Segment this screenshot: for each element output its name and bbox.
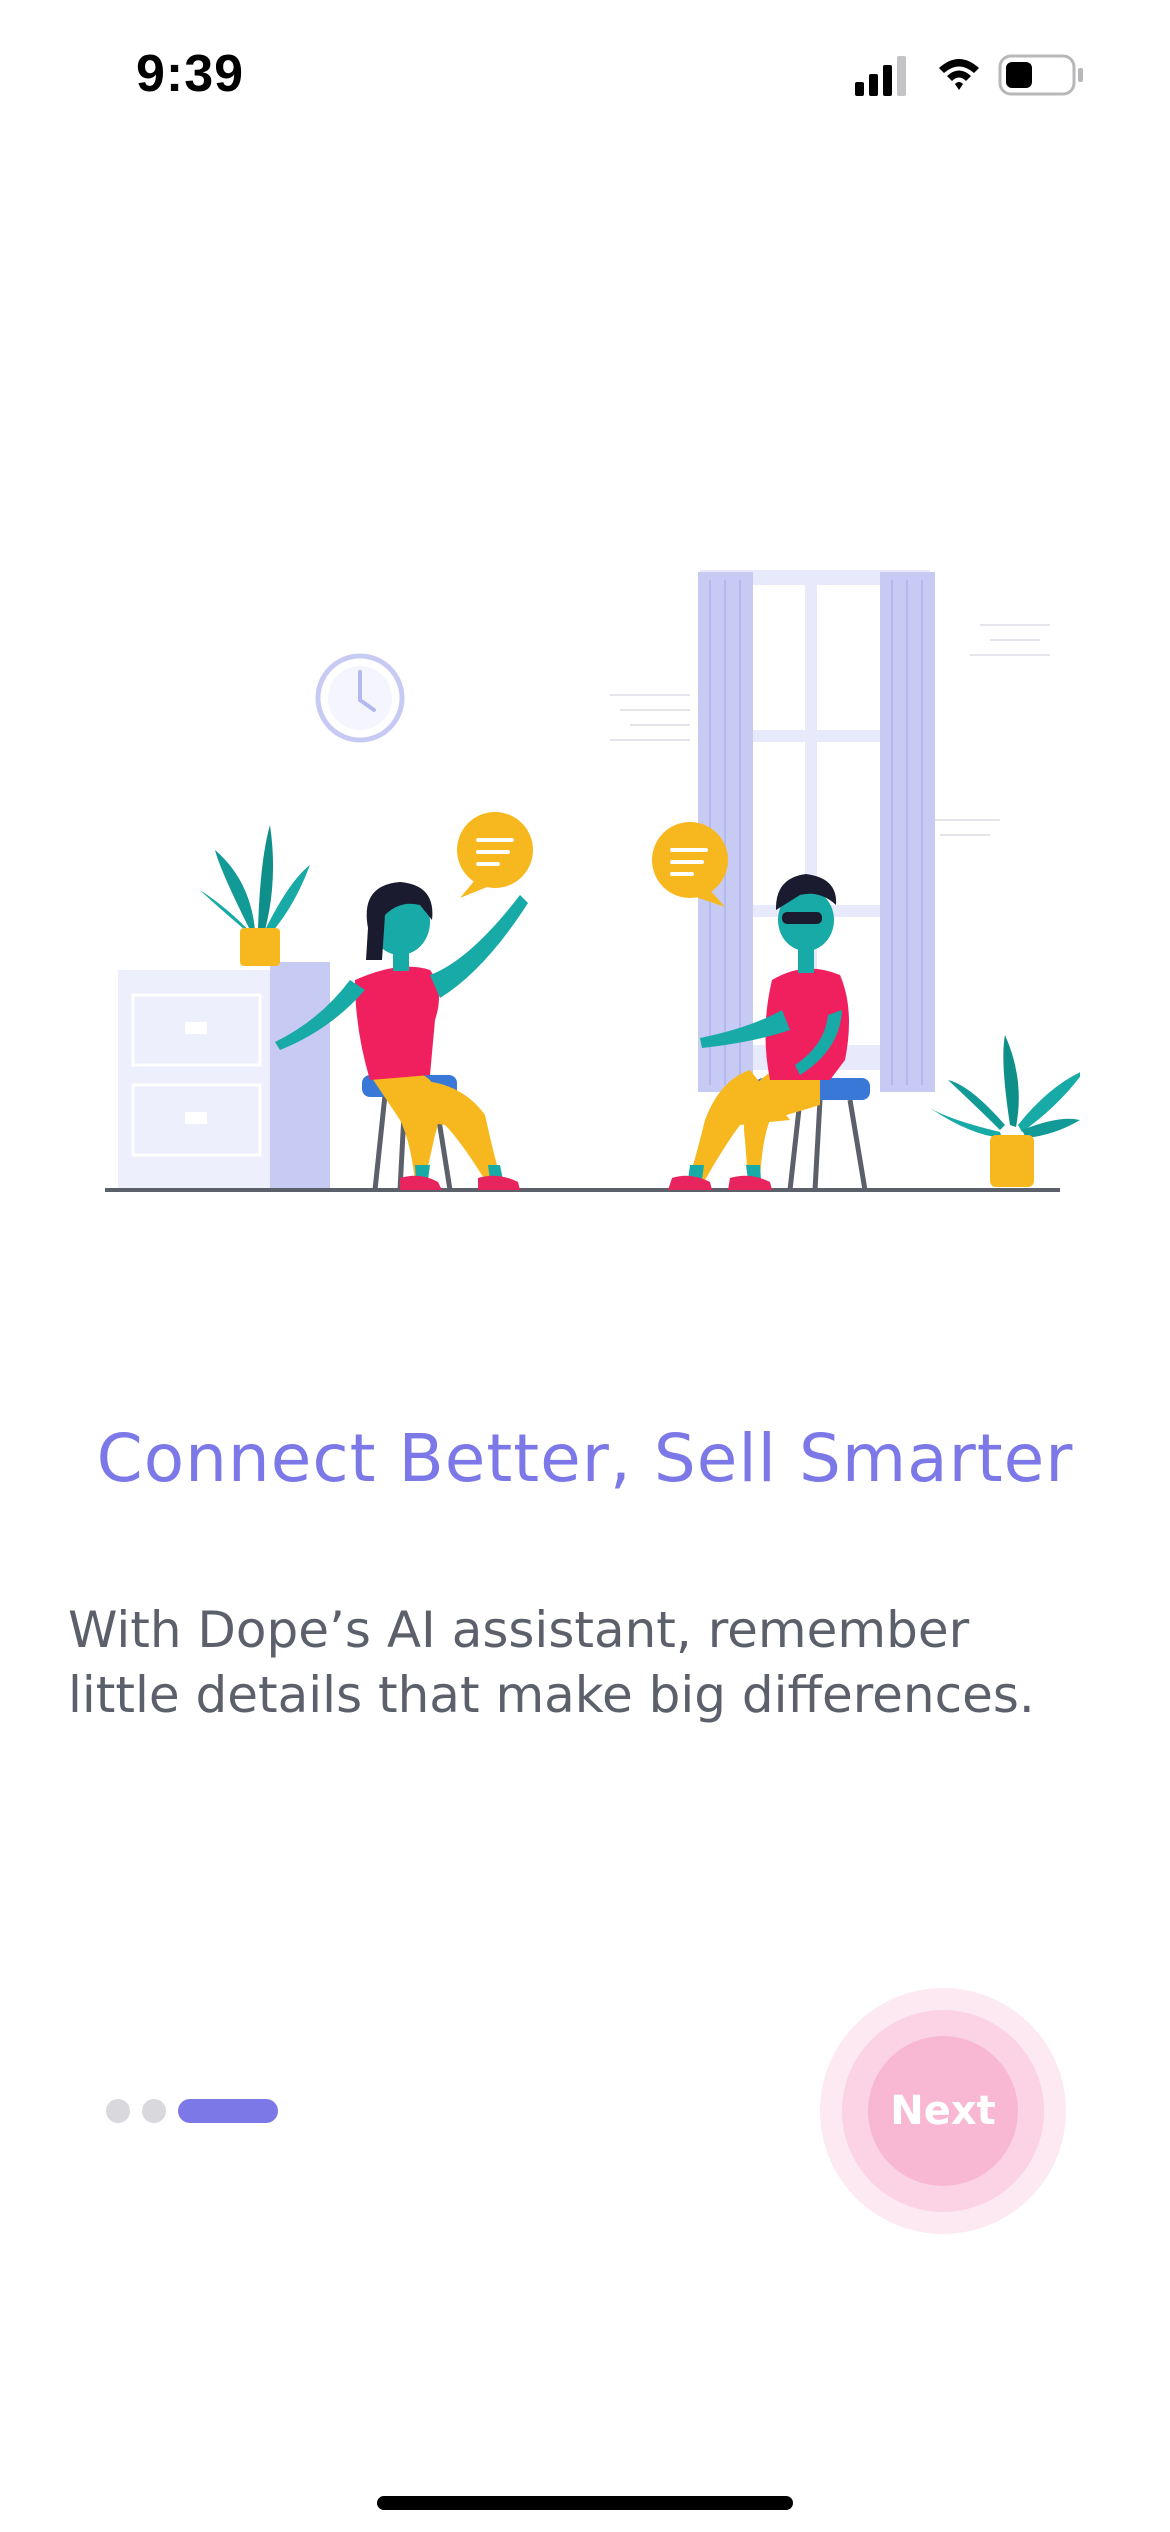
description-line: little details that make big differences… bbox=[68, 1666, 1035, 1724]
page-indicator bbox=[106, 2099, 278, 2123]
left-plant bbox=[200, 825, 310, 966]
wifi-icon bbox=[939, 59, 979, 90]
battery-icon bbox=[998, 54, 1083, 96]
description-line: With Dope’s AI assistant, remember bbox=[68, 1601, 970, 1659]
two-people-talking-illustration bbox=[105, 570, 1080, 1192]
page-dot-2[interactable] bbox=[142, 2099, 166, 2123]
cabinet bbox=[118, 962, 330, 1190]
onboarding-title: Connect Better, Sell Smarter bbox=[96, 1420, 1074, 1497]
next-button[interactable]: Next bbox=[868, 2036, 1018, 2186]
cellular-signal-icon bbox=[855, 56, 906, 96]
home-indicator[interactable] bbox=[377, 2496, 793, 2510]
wall-clock bbox=[315, 653, 405, 743]
right-plant bbox=[930, 1035, 1080, 1187]
status-icons bbox=[855, 54, 1083, 96]
status-bar: 9:39 bbox=[0, 0, 1170, 150]
page-dot-3-active[interactable] bbox=[178, 2099, 278, 2123]
status-time: 9:39 bbox=[136, 45, 245, 103]
onboarding-description: With Dope’s AI assistant, remember littl… bbox=[68, 1598, 1128, 1728]
page-dot-1[interactable] bbox=[106, 2099, 130, 2123]
